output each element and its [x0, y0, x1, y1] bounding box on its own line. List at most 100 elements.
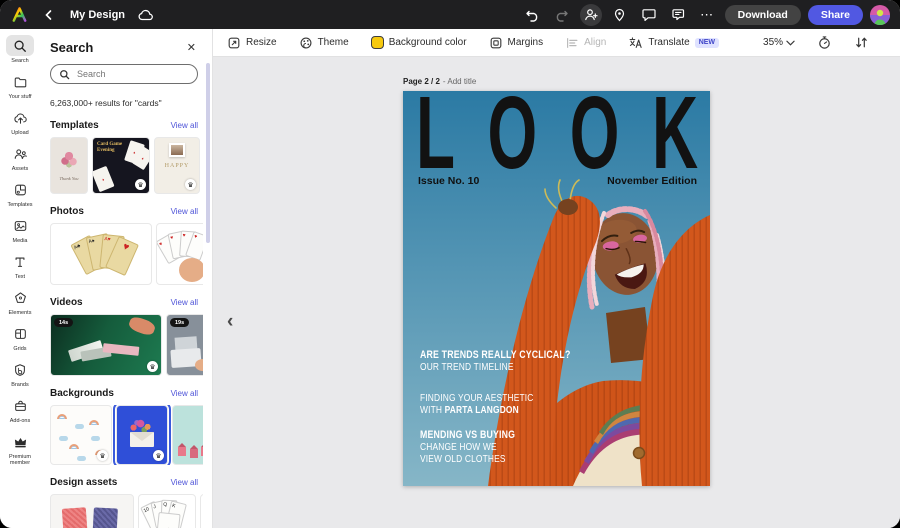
resize-icon [227, 36, 241, 50]
search-input[interactable] [75, 68, 185, 80]
rail-item-templates[interactable]: Templates [1, 179, 39, 208]
video-thumb-laptop[interactable]: 19s [166, 314, 203, 376]
card-graphic [92, 507, 118, 528]
close-icon[interactable]: ✕ [185, 39, 198, 56]
asset-thumb-hand-pointer[interactable] [200, 494, 203, 528]
redo-icon[interactable] [551, 4, 573, 26]
search-panel: Search ✕ 6,263,000+ results for "cards" … [40, 29, 213, 528]
search-input-wrapper[interactable] [50, 64, 198, 84]
chevron-down-icon [786, 40, 795, 46]
rail-item-add-ons[interactable]: Add-ons [1, 395, 39, 424]
panel-scrollbar[interactable] [206, 63, 210, 243]
premium-crown-badge: ♛ [97, 450, 108, 461]
editor-stage: Resize Theme Background color Margins Al… [213, 29, 900, 528]
cover-headline-2: FINDING YOUR AESTHETIC WITH PARTA LANGDO… [420, 392, 534, 416]
cover-masthead: LOOK [416, 93, 698, 173]
search-icon [6, 35, 34, 56]
zoom-level: 35% [763, 37, 783, 48]
margins-icon [489, 36, 503, 50]
page-duration-icon[interactable] [817, 33, 832, 53]
edition-label: November Edition [607, 175, 697, 187]
design-page-cover[interactable]: LOOK Issue No. 10 November Edition ARE T… [403, 91, 710, 486]
top-bar: My Design ⋯ Downl [0, 0, 900, 29]
template-thumb-happy[interactable]: HAPPY ♛ [154, 137, 200, 194]
resize-button[interactable]: Resize [227, 36, 277, 50]
rail-item-search[interactable]: Search [1, 35, 39, 64]
design-assets-row: ♛ 10 J Q K ♠ [50, 494, 203, 528]
account-avatar[interactable] [870, 5, 890, 25]
previous-page-chevron[interactable]: ‹ [227, 312, 233, 331]
template-thumb-card-game[interactable]: Card Game Evening ♦ ♦ ♦ ♛ [92, 137, 150, 194]
envelope-graphic [130, 432, 154, 447]
text-icon [6, 251, 34, 272]
rail-item-premium[interactable]: Premium member [1, 431, 39, 466]
overflow-menu-icon[interactable]: ⋯ [696, 4, 718, 26]
section-title-templates: Templates [50, 120, 99, 131]
photo-placeholder [169, 143, 185, 157]
folder-icon [6, 71, 34, 92]
crown-icon [6, 431, 34, 452]
rail-item-upload[interactable]: Upload [1, 107, 39, 136]
background-thumb-envelope-selected[interactable]: ♛ [116, 405, 168, 465]
view-all-design-assets-link[interactable]: View all [171, 478, 198, 487]
premium-crown-badge: ♛ [135, 179, 146, 190]
template-thumb-thank-you[interactable]: Thank You [50, 137, 88, 194]
back-chevron-icon[interactable] [38, 4, 60, 26]
premium-crown-badge: ♛ [153, 450, 164, 461]
rail-item-brands[interactable]: Brands [1, 359, 39, 388]
section-title-videos: Videos [50, 297, 83, 308]
feedback-chat-icon[interactable] [667, 4, 689, 26]
left-rail: Search Your stuff Upload Assets Template… [0, 29, 40, 528]
view-all-backgrounds-link[interactable]: View all [171, 389, 198, 398]
translate-button[interactable]: Translate NEW [628, 36, 719, 50]
view-all-templates-link[interactable]: View all [171, 121, 198, 130]
rail-item-media[interactable]: Media [1, 215, 39, 244]
share-button[interactable]: Share [808, 5, 863, 25]
elements-icon [6, 287, 34, 308]
media-icon [6, 215, 34, 236]
people-icon [6, 143, 34, 164]
templates-row: Thank You Card Game Evening ♦ ♦ ♦ ♛ HAPP… [50, 137, 203, 194]
video-thumb-shuffle[interactable]: 14s ♛ [50, 314, 162, 376]
download-button[interactable]: Download [725, 5, 801, 25]
invite-collaborator-icon[interactable] [580, 4, 602, 26]
theme-icon [299, 36, 313, 50]
photo-thumb-hand-cards[interactable]: ♥ ♥ ♥ ♥ [156, 223, 203, 285]
view-all-photos-link[interactable]: View all [171, 207, 198, 216]
asset-thumb-card-backs[interactable]: ♛ [50, 494, 134, 528]
results-count: 6,263,000+ results for "cards" [50, 98, 198, 108]
cloud-sync-icon[interactable] [135, 4, 157, 26]
align-icon [565, 36, 579, 50]
asset-thumb-royal-flush[interactable]: 10 J Q K ♠ [138, 494, 196, 528]
rail-item-your-stuff[interactable]: Your stuff [1, 71, 39, 100]
templates-icon [6, 179, 34, 200]
align-button[interactable]: Align [565, 36, 606, 50]
undo-icon[interactable] [522, 4, 544, 26]
document-title[interactable]: My Design [70, 9, 125, 21]
location-pin-icon[interactable] [609, 4, 631, 26]
comment-icon[interactable] [638, 4, 660, 26]
rail-item-text[interactable]: Text [1, 251, 39, 280]
rail-item-assets[interactable]: Assets [1, 143, 39, 172]
margins-button[interactable]: Margins [489, 36, 544, 50]
photo-thumb-aces[interactable]: A♣ A♠ A♥ ♥ [50, 223, 152, 285]
rail-item-elements[interactable]: Elements [1, 287, 39, 316]
zoom-control[interactable]: 35% [763, 37, 795, 48]
template-word: HAPPY [165, 163, 190, 169]
hand-graphic [127, 315, 156, 337]
cover-headline-1: ARE TRENDS REALLY CYCLICAL? OUR TREND TI… [420, 349, 571, 373]
reorder-pages-icon[interactable] [854, 33, 869, 53]
page-label[interactable]: Page 2 / 2 - Add title [403, 77, 710, 86]
background-thumb-rainbows[interactable]: ♛ [50, 405, 112, 465]
adobe-express-logo-icon[interactable] [10, 6, 28, 24]
view-all-videos-link[interactable]: View all [171, 298, 198, 307]
background-color-button[interactable]: Background color [371, 36, 467, 49]
theme-button[interactable]: Theme [299, 36, 349, 50]
duration-badge: 19s [170, 318, 189, 327]
template-title: Card Game Evening [97, 142, 127, 153]
photos-row: A♣ A♠ A♥ ♥ ♥ ♥ ♥ ♥ [50, 223, 203, 285]
backgrounds-row: ♛ ♛ [50, 405, 203, 465]
section-title-backgrounds: Backgrounds [50, 388, 114, 399]
rail-item-grids[interactable]: Grids [1, 323, 39, 352]
background-thumb-winter[interactable] [172, 405, 203, 465]
